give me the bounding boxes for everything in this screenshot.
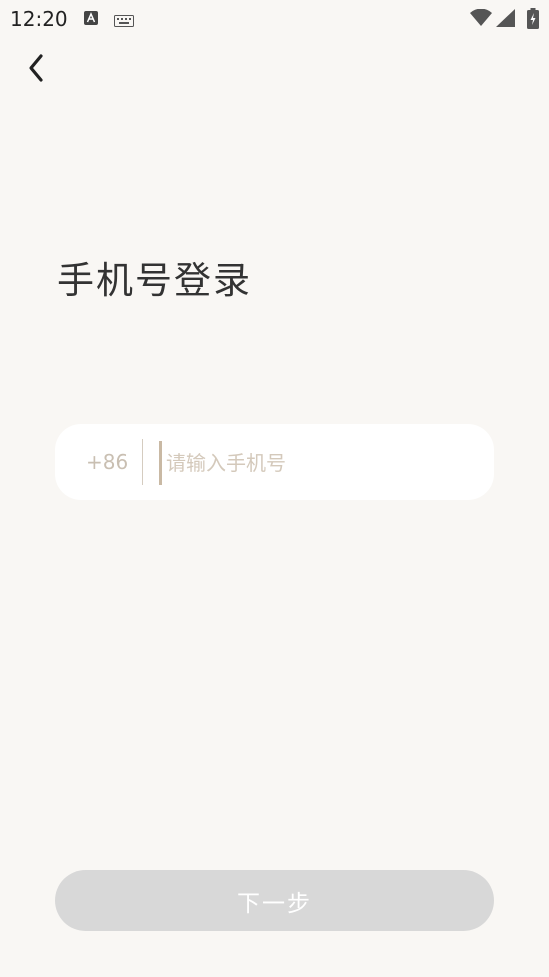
back-button[interactable]: [14, 46, 58, 90]
next-button[interactable]: 下一步: [55, 870, 494, 931]
wifi-icon: [470, 8, 492, 31]
phone-input-card: +86: [55, 424, 494, 500]
font-a-icon: [84, 10, 98, 29]
status-time: 12:20: [10, 7, 68, 31]
signal-icon: [496, 9, 515, 31]
battery-charging-icon: [527, 8, 539, 33]
country-code-selector[interactable]: +86: [86, 450, 128, 474]
divider: [142, 439, 143, 485]
chevron-left-icon: [29, 54, 43, 82]
page-title: 手机号登录: [57, 259, 252, 302]
keyboard-icon: [114, 12, 134, 31]
status-bar: 12:20: [0, 0, 549, 38]
phone-input[interactable]: [159, 441, 476, 485]
